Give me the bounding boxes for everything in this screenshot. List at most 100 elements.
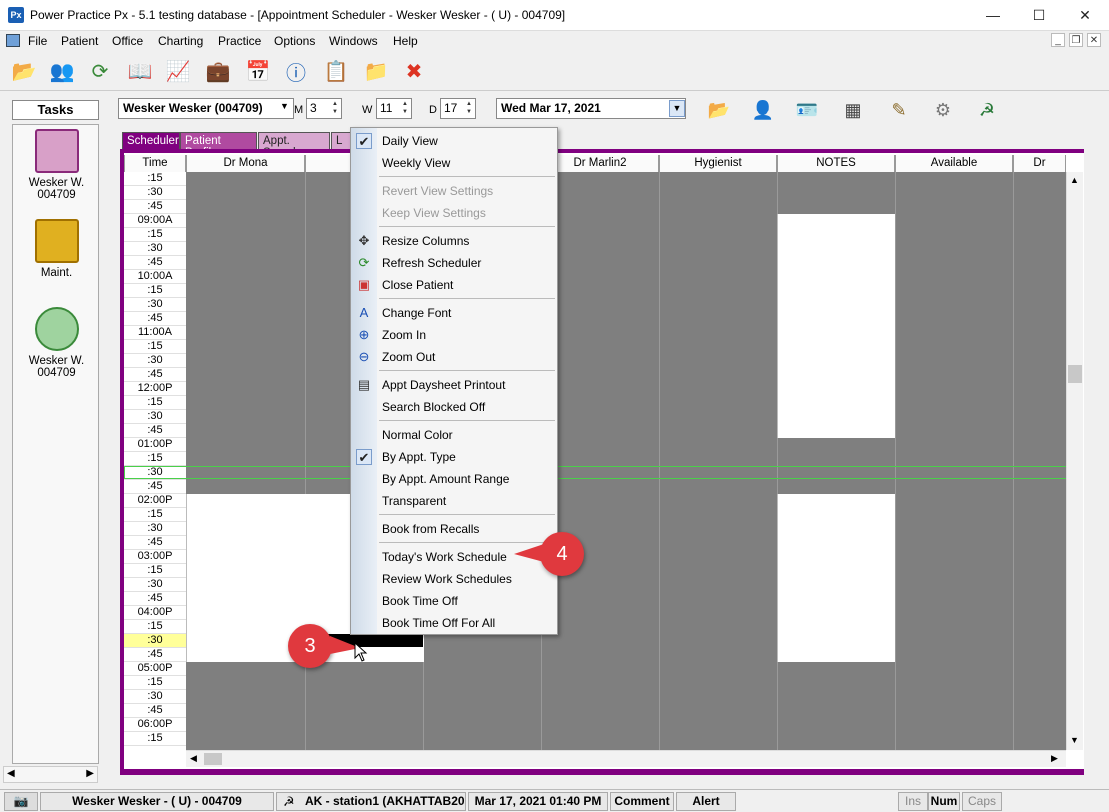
exit-icon[interactable]: ✖ (398, 55, 430, 87)
book-icon[interactable]: 📖 (124, 55, 156, 87)
menu-item-refresh-scheduler[interactable]: Refresh Scheduler (382, 252, 481, 274)
hscroll-thumb[interactable] (204, 753, 222, 765)
scroll-left-icon[interactable]: ◀ (7, 768, 15, 779)
menu-item-by-appt-amount-range[interactable]: By Appt. Amount Range (382, 468, 509, 490)
column-available[interactable]: Available (895, 155, 1013, 172)
status-comment[interactable]: Comment (610, 792, 674, 811)
menu-item-book-time-off-for-all[interactable]: Book Time Off For All (382, 612, 495, 634)
task-item-maint[interactable]: Maint. (13, 219, 100, 279)
patient-card-icon[interactable]: 👤 (748, 96, 778, 124)
edit-note-icon[interactable]: ✎ (884, 96, 914, 124)
toolbox-icon[interactable]: 💼 (202, 55, 234, 87)
mdi-close-icon[interactable]: ✕ (1087, 33, 1101, 47)
tasks-scrollbar[interactable]: ◀ ▶ (3, 766, 98, 783)
menu-office[interactable]: Office (112, 34, 143, 48)
menu-item-transparent[interactable]: Transparent (382, 490, 446, 512)
mdi-restore-icon[interactable]: ❐ (1069, 33, 1083, 47)
day-spinner[interactable]: 17 (440, 98, 476, 119)
menu-item-by-appt-type[interactable]: By Appt. Type (382, 446, 456, 468)
week-spinner[interactable]: 11 (376, 98, 412, 119)
time-slot-label: :45 (124, 368, 186, 382)
info-icon[interactable]: ⓘ (280, 55, 312, 87)
maximize-icon[interactable]: ☐ (1016, 0, 1062, 31)
menu-practice[interactable]: Practice (218, 34, 261, 48)
scroll-down-icon[interactable]: ▼ (1070, 735, 1079, 745)
menu-item-close-patient[interactable]: Close Patient (382, 274, 453, 296)
scroll-right-icon[interactable]: ▶ (86, 768, 94, 779)
column-notes[interactable]: NOTES (777, 155, 895, 172)
scroll-up-icon[interactable]: ▲ (1070, 175, 1079, 185)
menu-item-normal-color[interactable]: Normal Color (382, 424, 453, 446)
column-dr-mona[interactable]: Dr Mona (186, 155, 305, 172)
menu-item-appt-daysheet-printout[interactable]: Appt Daysheet Printout (382, 374, 505, 396)
menu-item-review-work-schedules[interactable]: Review Work Schedules (382, 568, 512, 590)
close-icon[interactable]: ✕ (1062, 0, 1108, 31)
tab-scheduler[interactable]: Scheduler (122, 132, 180, 150)
patient-select[interactable]: Wesker Wesker (004709) (118, 98, 294, 119)
scroll-left-icon[interactable]: ◀ (190, 753, 197, 764)
menu-item-change-font[interactable]: Change Font (382, 302, 451, 324)
menu-item-search-blocked-off[interactable]: Search Blocked Off (382, 396, 485, 418)
mdi-doc-icon[interactable] (6, 34, 20, 47)
status-datetime: Mar 17, 2021 01:40 PM (468, 792, 608, 811)
menu-separator (379, 226, 555, 227)
menu-item-today-s-work-schedule[interactable]: Today's Work Schedule (382, 546, 507, 568)
task-item-recall[interactable]: Wesker W. 004709 (13, 307, 100, 379)
menu-item-weekly-view[interactable]: Weekly View (382, 152, 450, 174)
menu-item-daily-view[interactable]: Daily View (382, 130, 438, 152)
vertical-scrollbar[interactable]: ▲ ▼ (1066, 172, 1083, 750)
scroll-right-icon[interactable]: ▶ (1051, 753, 1058, 764)
task-item-patient[interactable]: Wesker W. 004709 (13, 129, 100, 201)
menu-item-book-from-recalls[interactable]: Book from Recalls (382, 518, 479, 540)
callout-badge-3: 3 (288, 624, 332, 668)
toolbox-icon (34, 219, 79, 263)
month-spinner[interactable]: 3 (306, 98, 342, 119)
menu-patient[interactable]: Patient (61, 34, 98, 48)
menu-windows[interactable]: Windows (329, 34, 378, 48)
open-slots-notes-afternoon[interactable] (777, 494, 895, 662)
tab-more[interactable]: L (331, 132, 351, 150)
menu-separator (379, 176, 555, 177)
patients-icon[interactable]: 👥 (46, 55, 78, 87)
time-slot-label: :30 (124, 354, 186, 368)
menu-item-zoom-in[interactable]: Zoom In (382, 324, 426, 346)
menu-charting[interactable]: Charting (158, 34, 203, 48)
menu-item-resize-columns[interactable]: Resize Columns (382, 230, 469, 252)
open-folder-icon[interactable]: 📂 (704, 96, 734, 124)
menu-options[interactable]: Options (274, 34, 315, 48)
time-slot-label: 02:00P (124, 494, 186, 508)
time-slot-label: 10:00A (124, 270, 186, 284)
menu-item-keep-view-settings: Keep View Settings (382, 206, 486, 220)
recycle-icon[interactable]: ⟳ (84, 55, 116, 87)
mdi-minimize-icon[interactable]: _ (1051, 33, 1065, 47)
settings-gear-icon[interactable]: ⚙ (928, 96, 958, 124)
menu-help[interactable]: Help (393, 34, 418, 48)
help-ghost-icon[interactable]: ☭ (972, 96, 1002, 124)
clipboard-icon[interactable]: 📋 (320, 55, 352, 87)
id-card-icon[interactable]: 🪪 (792, 96, 822, 124)
menu-file[interactable]: File (28, 34, 47, 48)
date-field[interactable]: Wed Mar 17, 2021 (496, 98, 686, 119)
date-dropdown-icon[interactable]: ▼ (669, 100, 685, 117)
menu-item-zoom-out[interactable]: Zoom Out (382, 346, 435, 368)
column-dr-marlin2[interactable]: Dr Marlin2 (541, 155, 659, 172)
tab-appt-search[interactable]: Appt. Search (258, 132, 330, 159)
time-slot-label: 12:00P (124, 382, 186, 396)
open-folder-icon[interactable]: 📂 (8, 55, 40, 87)
horizontal-scrollbar[interactable]: ◀ ▶ (186, 750, 1066, 767)
status-alert[interactable]: Alert (676, 792, 736, 811)
calendar-icon[interactable]: 📅 (242, 55, 274, 87)
open-slots-notes-morning[interactable] (777, 214, 895, 438)
tab-patient-profile[interactable]: Patient Profile (180, 132, 257, 159)
column-dr-extra[interactable]: Dr (1013, 155, 1066, 172)
column-hygienist[interactable]: Hygienist (659, 155, 777, 172)
chevron-down-icon[interactable]: ▼ (280, 101, 289, 111)
minimize-icon[interactable]: — (970, 0, 1016, 31)
time-slot-label: :45 (124, 704, 186, 718)
menu-item-book-time-off[interactable]: Book Time Off (382, 590, 458, 612)
folder-icon[interactable]: 📁 (360, 55, 392, 87)
scroll-thumb[interactable] (1068, 365, 1082, 383)
camera-icon[interactable]: 📷 (4, 792, 38, 811)
grid-calendar-icon[interactable]: ▦ (838, 96, 868, 124)
chart-icon[interactable]: 📈 (162, 55, 194, 87)
